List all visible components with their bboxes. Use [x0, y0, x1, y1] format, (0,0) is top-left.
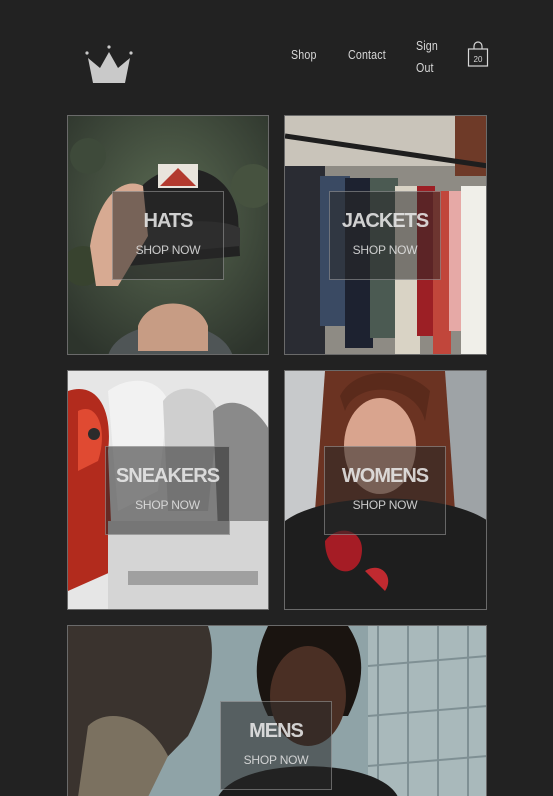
category-title: WOMENS [341, 465, 429, 487]
category-tile-hats[interactable]: HATS SHOP NOW [67, 115, 269, 355]
category-overlay: WOMENS SHOP NOW [324, 446, 446, 535]
shop-now-link[interactable]: SHOP NOW [113, 243, 223, 257]
category-overlay: HATS SHOP NOW [112, 191, 224, 280]
nav-sign-out-link[interactable]: Sign Out [416, 35, 449, 79]
category-title: SNEAKERS [115, 465, 220, 487]
category-overlay: JACKETS SHOP NOW [329, 191, 441, 280]
category-overlay: MENS SHOP NOW [220, 701, 332, 790]
shop-now-link[interactable]: SHOP NOW [325, 498, 445, 512]
category-title: HATS [143, 210, 194, 232]
shop-now-link[interactable]: SHOP NOW [106, 498, 229, 512]
page: Shop Contact Sign Out 20 HATS SHOP NOW J… [0, 0, 553, 796]
category-overlay: SNEAKERS SHOP NOW [105, 446, 230, 535]
crown-logo-icon[interactable] [82, 44, 136, 86]
category-tile-womens[interactable]: WOMENS SHOP NOW [284, 370, 487, 610]
category-title: JACKETS [341, 210, 429, 232]
cart-count: 20 [473, 55, 483, 64]
shop-now-link[interactable]: SHOP NOW [330, 243, 440, 257]
shop-now-link[interactable]: SHOP NOW [221, 753, 331, 767]
cart-button[interactable]: 20 [466, 41, 490, 69]
category-title: MENS [249, 720, 304, 742]
nav-shop-link[interactable]: Shop [291, 47, 317, 62]
nav-contact-link[interactable]: Contact [348, 47, 386, 62]
category-tile-mens[interactable]: MENS SHOP NOW [67, 625, 487, 796]
category-tile-jackets[interactable]: JACKETS SHOP NOW [284, 115, 487, 355]
category-tile-sneakers[interactable]: SNEAKERS SHOP NOW [67, 370, 269, 610]
